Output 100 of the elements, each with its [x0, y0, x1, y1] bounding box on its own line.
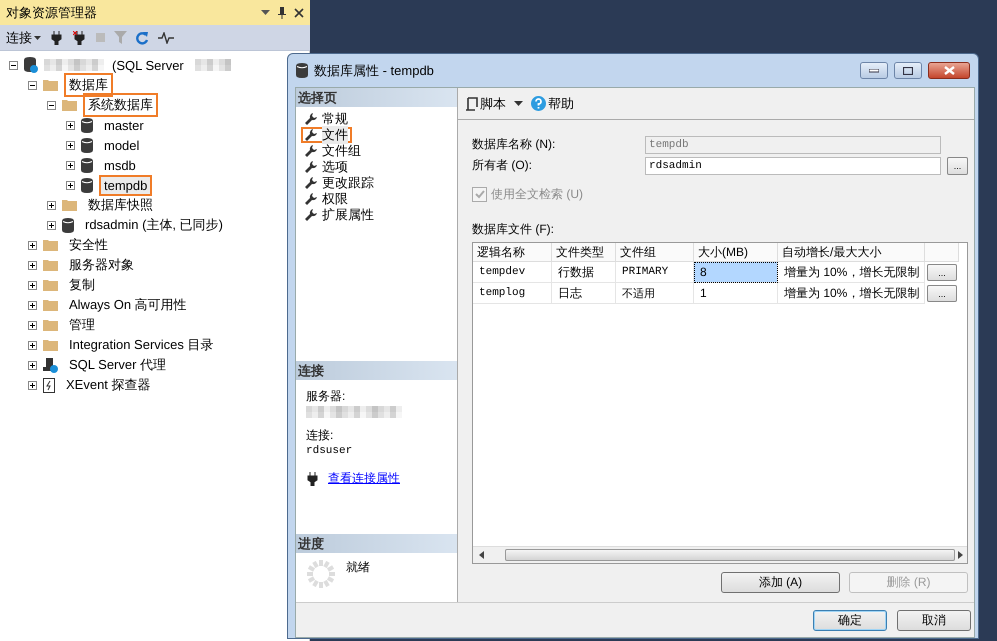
- expand-icon[interactable]: [66, 160, 75, 170]
- table-cell[interactable]: tempdev: [473, 262, 552, 283]
- minimize-button[interactable]: [860, 62, 888, 79]
- wrench-icon: [305, 161, 317, 173]
- pixelation-drawing: [194, 59, 231, 71]
- tree-item[interactable]: tempdb: [99, 174, 152, 196]
- maximize-button[interactable]: [894, 62, 922, 79]
- pixelation-drawing: [44, 59, 104, 71]
- page-item[interactable]: 选项: [301, 159, 352, 175]
- folder-icon: [43, 279, 58, 291]
- window-title: 数据库属性 - tempdb: [314, 62, 435, 80]
- refresh-icon[interactable]: [136, 30, 149, 44]
- folder-icon: [43, 319, 58, 331]
- collapse-icon[interactable]: [47, 100, 56, 110]
- disconnect-icon[interactable]: [73, 30, 87, 44]
- page-item[interactable]: 权限: [301, 191, 352, 207]
- page-item[interactable]: 常规: [301, 111, 352, 127]
- pin-icon[interactable]: [278, 6, 286, 18]
- collapse-icon[interactable]: [28, 80, 37, 90]
- connect-button[interactable]: 连接: [6, 28, 41, 46]
- table-cell[interactable]: 增量为 10%，增长无限制: [778, 262, 925, 283]
- ok-button[interactable]: 确定: [813, 610, 887, 630]
- expand-icon[interactable]: [47, 200, 56, 210]
- browse-button[interactable]: ...: [927, 264, 957, 281]
- page-item[interactable]: 文件组: [301, 143, 365, 159]
- close-button[interactable]: [928, 62, 970, 79]
- page-item[interactable]: 更改跟踪: [301, 175, 378, 191]
- section-header: 选择页: [296, 88, 457, 107]
- close-icon[interactable]: [294, 8, 304, 18]
- expand-icon[interactable]: [28, 380, 37, 390]
- database-icon: [62, 218, 74, 232]
- expand-icon[interactable]: [66, 120, 75, 130]
- column-header: 逻辑名称: [473, 243, 552, 262]
- folder-icon: [43, 299, 58, 311]
- wrench-icon: [305, 177, 317, 189]
- expand-icon[interactable]: [28, 260, 37, 270]
- column-header: 文件组: [616, 243, 694, 262]
- wrench-icon: [305, 129, 317, 141]
- table-cell[interactable]: 不适用: [616, 283, 694, 304]
- maximize-icon: [903, 66, 913, 74]
- tree-item[interactable]: msdb: [99, 154, 141, 176]
- server-label: 服务器:: [306, 388, 346, 405]
- wrench-icon: [305, 193, 317, 205]
- tree-item[interactable]: 系统数据库: [83, 93, 158, 117]
- table-cell[interactable]: 增量为 10%，增长无限制: [778, 283, 925, 304]
- tree-item[interactable]: model: [99, 134, 144, 156]
- expand-icon[interactable]: [28, 340, 37, 350]
- expand-icon[interactable]: [66, 180, 75, 190]
- expand-icon[interactable]: [28, 280, 37, 290]
- table-label: 数据库文件 (F):: [472, 221, 555, 238]
- server-icon: [24, 57, 38, 73]
- connect-icon[interactable]: [306, 472, 320, 486]
- cancel-button[interactable]: 取消: [897, 610, 971, 630]
- table-cell[interactable]: 行数据: [552, 262, 616, 283]
- event-icon: [43, 378, 55, 392]
- activity-icon[interactable]: [158, 32, 174, 44]
- folder-icon: [62, 99, 77, 111]
- collapse-icon[interactable]: [9, 60, 18, 70]
- script-icon: [466, 96, 478, 110]
- expand-icon[interactable]: [66, 140, 75, 150]
- tree-item[interactable]: (SQL Server: [110, 54, 189, 76]
- caret-icon: [34, 36, 41, 40]
- help-button[interactable]: 帮助: [531, 94, 574, 112]
- expand-icon[interactable]: [28, 240, 37, 250]
- page-item[interactable]: 扩展属性: [301, 207, 378, 223]
- owner-field[interactable]: rdsadmin: [645, 156, 941, 174]
- folder-icon: [43, 79, 58, 91]
- expand-icon[interactable]: [47, 220, 56, 230]
- scroll-left-icon[interactable]: [477, 551, 487, 559]
- dropdown-icon[interactable]: [514, 101, 523, 106]
- tree-item[interactable]: 数据库: [64, 73, 113, 97]
- folder-icon: [43, 259, 58, 271]
- table-cell[interactable]: 8: [694, 262, 778, 283]
- dropdown-icon[interactable]: [261, 10, 270, 15]
- field-label: 所有者 (O):: [472, 157, 533, 174]
- browse-button[interactable]: ...: [947, 156, 968, 174]
- expand-icon[interactable]: [28, 300, 37, 310]
- tree-item[interactable]: master: [99, 114, 149, 136]
- browse-button[interactable]: ...: [927, 285, 957, 302]
- minimize-icon: [869, 68, 879, 72]
- table-cell[interactable]: templog: [473, 283, 552, 304]
- add-button[interactable]: 添加 (A): [721, 572, 840, 593]
- database-icon: [81, 178, 93, 192]
- expand-icon[interactable]: [28, 320, 37, 330]
- wrench-icon: [305, 113, 317, 125]
- connect-icon[interactable]: [50, 30, 64, 44]
- connection-properties-link[interactable]: 查看连接属性: [328, 470, 400, 487]
- section-header: 进度: [296, 534, 457, 553]
- agent-icon: [43, 358, 58, 372]
- connection-value: rdsuser: [306, 445, 354, 457]
- scrollbar-thumb[interactable]: [505, 549, 955, 561]
- table-cell[interactable]: 日志: [552, 283, 616, 304]
- scroll-right-icon[interactable]: [955, 551, 965, 559]
- database-icon: [296, 63, 308, 78]
- expand-icon[interactable]: [28, 360, 37, 370]
- table-cell[interactable]: 1: [694, 283, 778, 304]
- close-icon: [944, 66, 954, 75]
- database-icon: [81, 138, 93, 152]
- page-item[interactable]: 文件: [301, 127, 352, 143]
- script-button[interactable]: 脚本: [466, 94, 506, 112]
